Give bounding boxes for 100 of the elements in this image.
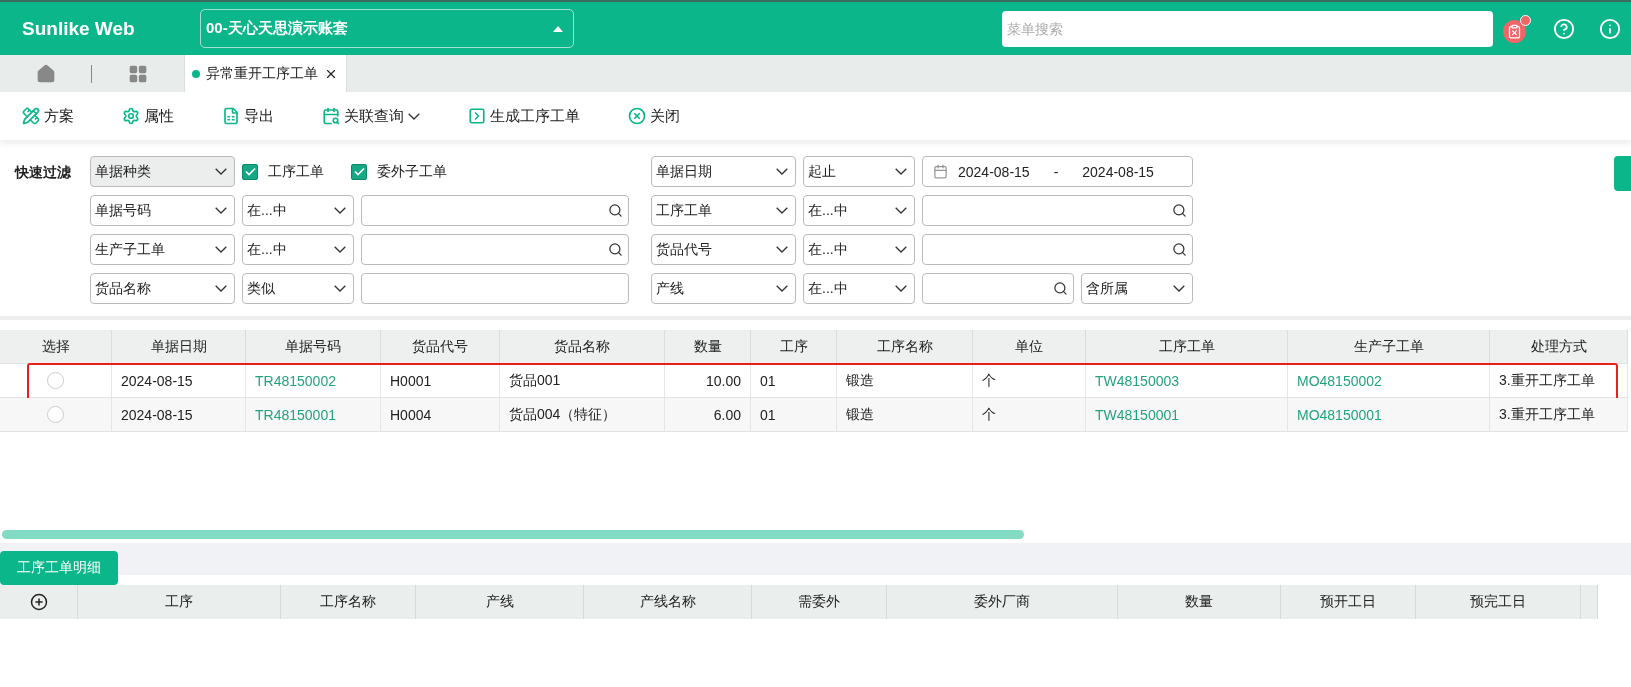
checkbox[interactable]: 工序工单	[242, 156, 324, 187]
chevron-down-icon	[334, 246, 346, 253]
pencil-ruler-icon	[22, 107, 40, 125]
column-header: 选择	[0, 330, 112, 363]
filter-select[interactable]: 在...中	[242, 195, 354, 226]
filter-select[interactable]: 生产子工单	[90, 234, 235, 265]
toolbar-button[interactable]: 方案	[22, 106, 74, 126]
page-tab[interactable]: 异常重开工序工单	[184, 55, 347, 92]
table-cell: 货品001	[500, 364, 665, 397]
table-cell: 3.重开工序工单	[1490, 364, 1628, 397]
chevron-down-icon	[334, 207, 346, 214]
filter-select[interactable]: 货品名称	[90, 273, 235, 304]
chevron-down-icon	[895, 168, 907, 175]
table-cell: 2024-08-15	[112, 364, 246, 397]
search-field[interactable]	[922, 273, 1074, 304]
toolbar-button[interactable]: 属性	[122, 106, 174, 126]
chevron-down-icon	[334, 285, 346, 292]
caret-icon	[553, 25, 563, 32]
column-header: 处理方式	[1490, 330, 1628, 363]
column-header: 工序名称	[837, 330, 973, 363]
filter-select[interactable]: 在...中	[242, 234, 354, 265]
clipboard-icon	[1503, 19, 1526, 43]
table-cell: 货品004（特征）	[500, 398, 665, 431]
table-cell: 个	[973, 364, 1086, 397]
table-cell: 2024-08-15	[112, 398, 246, 431]
chevron-down-icon	[1173, 285, 1185, 292]
checkbox[interactable]: 委外子工单	[351, 156, 447, 187]
chevron-down-icon	[776, 246, 788, 253]
spreadsheet-icon	[222, 107, 240, 125]
notice-button[interactable]	[1503, 14, 1531, 43]
column-header: 工序	[78, 585, 281, 619]
gear-icon	[122, 107, 140, 125]
filter-select[interactable]: 在...中	[803, 234, 915, 265]
app-logo: Sunlike Web	[22, 17, 136, 40]
column-header: 单据号码	[246, 330, 381, 363]
input-field[interactable]	[361, 273, 629, 304]
status-dot	[192, 69, 200, 78]
chevron-down-icon	[215, 285, 227, 292]
chevron-down-icon	[895, 285, 907, 292]
column-header: 货品代号	[381, 330, 500, 363]
close-icon	[628, 107, 646, 125]
column-header: 工序工单	[1086, 330, 1288, 363]
date-separator: -	[1053, 163, 1059, 180]
filter-select[interactable]: 产线	[651, 273, 796, 304]
filter-select[interactable]: 单据日期	[651, 156, 796, 187]
toolbar-button[interactable]: 导出	[222, 106, 274, 126]
search-field[interactable]	[922, 195, 1193, 226]
filter-select[interactable]: 在...中	[803, 273, 915, 304]
toolbar-button[interactable]: 生成工序工单	[468, 106, 580, 126]
toolbar-button[interactable]: 关联查询	[322, 106, 420, 126]
search-field[interactable]	[361, 195, 629, 226]
filter-select[interactable]: 起止	[803, 156, 915, 187]
filter-select[interactable]: 工序工单	[651, 195, 796, 226]
column-header: 预开工日	[1281, 585, 1416, 619]
column-header: 工序	[751, 330, 837, 363]
search-field[interactable]	[361, 234, 629, 265]
column-header: 单位	[973, 330, 1086, 363]
info-icon[interactable]	[1599, 17, 1621, 40]
check-icon	[353, 167, 365, 176]
menu-search-field[interactable]: 菜单搜索	[1002, 10, 1493, 47]
filter-select[interactable]: 单据号码	[90, 195, 235, 226]
scrollbar-thumb[interactable]	[2, 530, 1024, 539]
column-header: 生产子工单	[1288, 330, 1490, 363]
chevron-down-icon	[895, 207, 907, 214]
add-icon[interactable]	[29, 593, 48, 611]
calendar-search-icon	[322, 107, 340, 125]
row-radio[interactable]	[47, 372, 64, 389]
toolbar-button[interactable]: 关闭	[628, 106, 680, 126]
chevron-down-icon	[215, 246, 227, 253]
chevron-down-icon	[408, 112, 420, 120]
table-cell: 锻造	[837, 364, 973, 397]
date-to: 2024-08-15	[1082, 163, 1154, 180]
chevron-square-icon	[468, 107, 486, 125]
help-icon[interactable]	[1553, 17, 1575, 40]
chevron-down-icon	[895, 246, 907, 253]
search-icon	[1172, 242, 1187, 257]
table-cell: 6.00	[665, 398, 751, 431]
table-cell: H0001	[381, 364, 500, 397]
filter-select[interactable]: 类似	[242, 273, 354, 304]
row-radio[interactable]	[47, 406, 64, 423]
chevron-down-icon	[215, 207, 227, 214]
column-header: 需委外	[752, 585, 887, 619]
search-field[interactable]	[922, 234, 1193, 265]
table-cell: 锻造	[837, 398, 973, 431]
check-icon	[244, 167, 256, 176]
quick-filter-label: 快速过滤	[15, 163, 72, 182]
filter-select[interactable]: 在...中	[803, 195, 915, 226]
column-header: 预完工日	[1416, 585, 1581, 619]
chevron-down-icon	[776, 285, 788, 292]
search-icon	[608, 203, 623, 218]
search-icon	[1172, 203, 1187, 218]
filter-select[interactable]: 货品代号	[651, 234, 796, 265]
side-handle[interactable]	[1614, 156, 1631, 191]
filter-select[interactable]: 含所属	[1081, 273, 1193, 304]
date-from: 2024-08-15	[958, 163, 1030, 180]
column-header: 工序名称	[281, 585, 416, 619]
table-cell: 3.重开工序工单	[1490, 398, 1628, 431]
date-range-field[interactable]: 2024-08-15 - 2024-08-15	[922, 156, 1193, 187]
chevron-down-icon	[215, 168, 227, 175]
search-icon	[608, 242, 623, 257]
